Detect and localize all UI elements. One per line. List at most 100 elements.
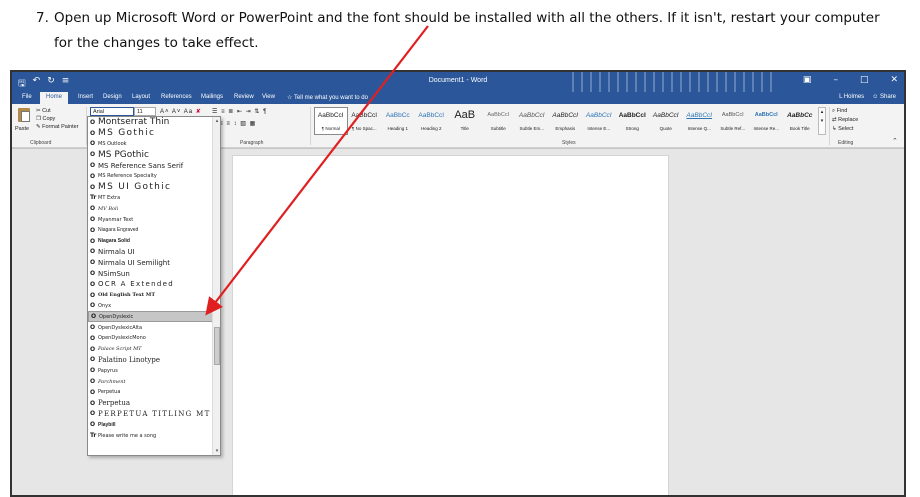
- font-item[interactable]: O MS Outlook: [88, 139, 220, 150]
- font-item[interactable]: O Palace Script MT: [88, 344, 220, 355]
- style-no-spacing[interactable]: AaBbCcI ¶ No Spac...: [348, 107, 382, 135]
- share-label: Share: [879, 94, 896, 100]
- format-painter-button[interactable]: ✎ Format Painter: [36, 123, 79, 131]
- font-name-box[interactable]: Arial: [90, 107, 134, 116]
- font-item[interactable]: O Nirmala UI Semilight: [88, 257, 220, 268]
- style-subtle-emphasis[interactable]: AaBbCcI Subtle Em...: [515, 107, 549, 135]
- style-intense-reference[interactable]: AaBbCcI Intense Re...: [750, 107, 784, 135]
- scroll-thumb[interactable]: [214, 327, 220, 365]
- tab-insert[interactable]: Insert: [78, 94, 93, 100]
- font-item[interactable]: O OpenDyslexicAlta: [88, 322, 220, 333]
- opentype-font-icon: O: [90, 162, 96, 170]
- font-item[interactable]: O Niagara Solid: [88, 236, 220, 247]
- justify-icon[interactable]: ≡: [226, 121, 231, 127]
- scroll-down-icon[interactable]: ▾: [213, 447, 220, 455]
- font-item-selected[interactable]: O OpenDyslexic: [88, 311, 220, 323]
- tab-file[interactable]: File: [22, 94, 32, 100]
- font-item[interactable]: O Montserrat Thin: [88, 117, 220, 128]
- multilevel-list-icon[interactable]: ≣: [228, 109, 234, 115]
- font-item[interactable]: Tr MT Extra: [88, 193, 220, 204]
- style-heading-1[interactable]: AaBbCc Heading 1: [381, 107, 415, 135]
- font-item[interactable]: O MS Reference Sans Serif: [88, 160, 220, 171]
- font-item[interactable]: O Parchment: [88, 376, 220, 387]
- chevron-up-icon[interactable]: ▴: [821, 109, 824, 115]
- style-intense-emphasis[interactable]: AaBbCcI Intense E...: [582, 107, 616, 135]
- scroll-up-icon[interactable]: ▴: [213, 117, 220, 125]
- group-separator: [829, 107, 830, 145]
- font-item[interactable]: O Papyrus: [88, 365, 220, 376]
- paste-button-label[interactable]: Paste: [15, 126, 29, 132]
- replace-button[interactable]: ⇄ Replace: [832, 116, 858, 125]
- font-item[interactable]: O MS PGothic: [88, 149, 220, 160]
- font-item[interactable]: O Perpetua: [88, 398, 220, 409]
- font-item[interactable]: O Playbill: [88, 419, 220, 430]
- tab-references[interactable]: References: [161, 94, 192, 100]
- find-button[interactable]: ⌕ Find: [832, 107, 858, 116]
- increase-indent-icon[interactable]: ⇥: [246, 109, 252, 115]
- sort-icon[interactable]: ⇅: [254, 109, 260, 115]
- tab-mailings[interactable]: Mailings: [201, 94, 223, 100]
- font-item[interactable]: O Perpetua: [88, 387, 220, 398]
- tab-layout[interactable]: Layout: [132, 94, 150, 100]
- tab-view[interactable]: View: [262, 94, 275, 100]
- user-name[interactable]: L Holmes: [839, 94, 864, 100]
- chevron-down-icon[interactable]: ▾: [821, 118, 824, 124]
- style-book-title[interactable]: AaBbCc Book Title: [783, 107, 817, 135]
- font-item[interactable]: Tr Please write me a song: [88, 430, 220, 441]
- style-normal[interactable]: AaBbCcI ¶ Normal: [314, 107, 348, 135]
- font-item[interactable]: O Onyx: [88, 301, 220, 312]
- font-item[interactable]: O NSimSun: [88, 268, 220, 279]
- paste-icon[interactable]: [16, 106, 32, 126]
- numbering-icon[interactable]: ≡: [221, 109, 226, 115]
- style-heading-2[interactable]: AaBbCcI Heading 2: [415, 107, 449, 135]
- document-page[interactable]: [232, 155, 669, 495]
- font-item[interactable]: O MS UI Gothic: [88, 182, 220, 193]
- style-emphasis[interactable]: AaBbCcI Emphasis: [549, 107, 583, 135]
- clear-formatting-icon[interactable]: ✘: [196, 109, 202, 115]
- style-intense-quote[interactable]: AaBbCcI Intense Q...: [683, 107, 717, 135]
- style-subtle-reference[interactable]: AaBbCcI Subtle Ref...: [716, 107, 750, 135]
- tell-me-search[interactable]: ☆ Tell me what you want to do: [287, 94, 368, 101]
- font-item[interactable]: O MS Gothic: [88, 128, 220, 139]
- bullets-icon[interactable]: ☰: [212, 109, 218, 115]
- opentype-font-icon: O: [90, 172, 96, 180]
- font-item[interactable]: O OCR A Extended: [88, 279, 220, 290]
- font-item[interactable]: O PERPETUA TITLING MT: [88, 409, 220, 420]
- share-button[interactable]: ☺ Share: [872, 94, 896, 100]
- close-icon[interactable]: ✕: [890, 75, 898, 85]
- decrease-indent-icon[interactable]: ⇤: [237, 109, 243, 115]
- collapse-ribbon-icon[interactable]: ⌃: [892, 137, 898, 145]
- style-strong[interactable]: AaBbCcI Strong: [616, 107, 650, 135]
- style-title[interactable]: AaB Title: [448, 107, 482, 135]
- font-item[interactable]: O Niagara Engraved: [88, 225, 220, 236]
- select-button[interactable]: ↳ Select: [832, 125, 858, 134]
- cut-button[interactable]: ✂ Cut: [36, 107, 79, 115]
- style-quote[interactable]: AaBbCcI Quote: [649, 107, 683, 135]
- font-size-box[interactable]: 11: [134, 107, 156, 116]
- line-spacing-icon[interactable]: ↕: [234, 121, 238, 127]
- shrink-font-icon[interactable]: A˅: [172, 109, 182, 115]
- font-item[interactable]: O OpenDyslexicMono: [88, 333, 220, 344]
- grow-font-icon[interactable]: A˄: [160, 109, 170, 115]
- font-item[interactable]: O MV Boli: [88, 203, 220, 214]
- minimize-icon[interactable]: –: [833, 75, 838, 85]
- ribbon-display-icon[interactable]: ▣: [803, 75, 812, 85]
- shading-icon[interactable]: ▧: [240, 121, 247, 127]
- font-item[interactable]: O Myanmar Text: [88, 214, 220, 225]
- tell-me-label: Tell me what you want to do: [293, 95, 368, 101]
- font-item[interactable]: O Nirmala UI: [88, 247, 220, 258]
- maximize-icon[interactable]: □: [860, 75, 869, 85]
- styles-scroll-buttons[interactable]: ▴ ▾: [818, 107, 826, 135]
- tab-review[interactable]: Review: [234, 94, 254, 100]
- font-item[interactable]: O MS Reference Specialty: [88, 171, 220, 182]
- tab-design[interactable]: Design: [103, 94, 122, 100]
- borders-icon[interactable]: ▦: [250, 121, 257, 127]
- copy-button[interactable]: ❐ Copy: [36, 115, 79, 123]
- font-item[interactable]: O Palatino Linotype: [88, 355, 220, 366]
- change-case-icon[interactable]: Aa: [184, 109, 193, 115]
- tab-home[interactable]: Home: [40, 92, 69, 104]
- pilcrow-icon[interactable]: ¶: [263, 109, 267, 115]
- font-item[interactable]: O Old English Text MT: [88, 290, 220, 301]
- style-subtitle[interactable]: AaBbCcI Subtitle: [482, 107, 516, 135]
- font-list-scrollbar[interactable]: ▴ ▾: [212, 117, 220, 455]
